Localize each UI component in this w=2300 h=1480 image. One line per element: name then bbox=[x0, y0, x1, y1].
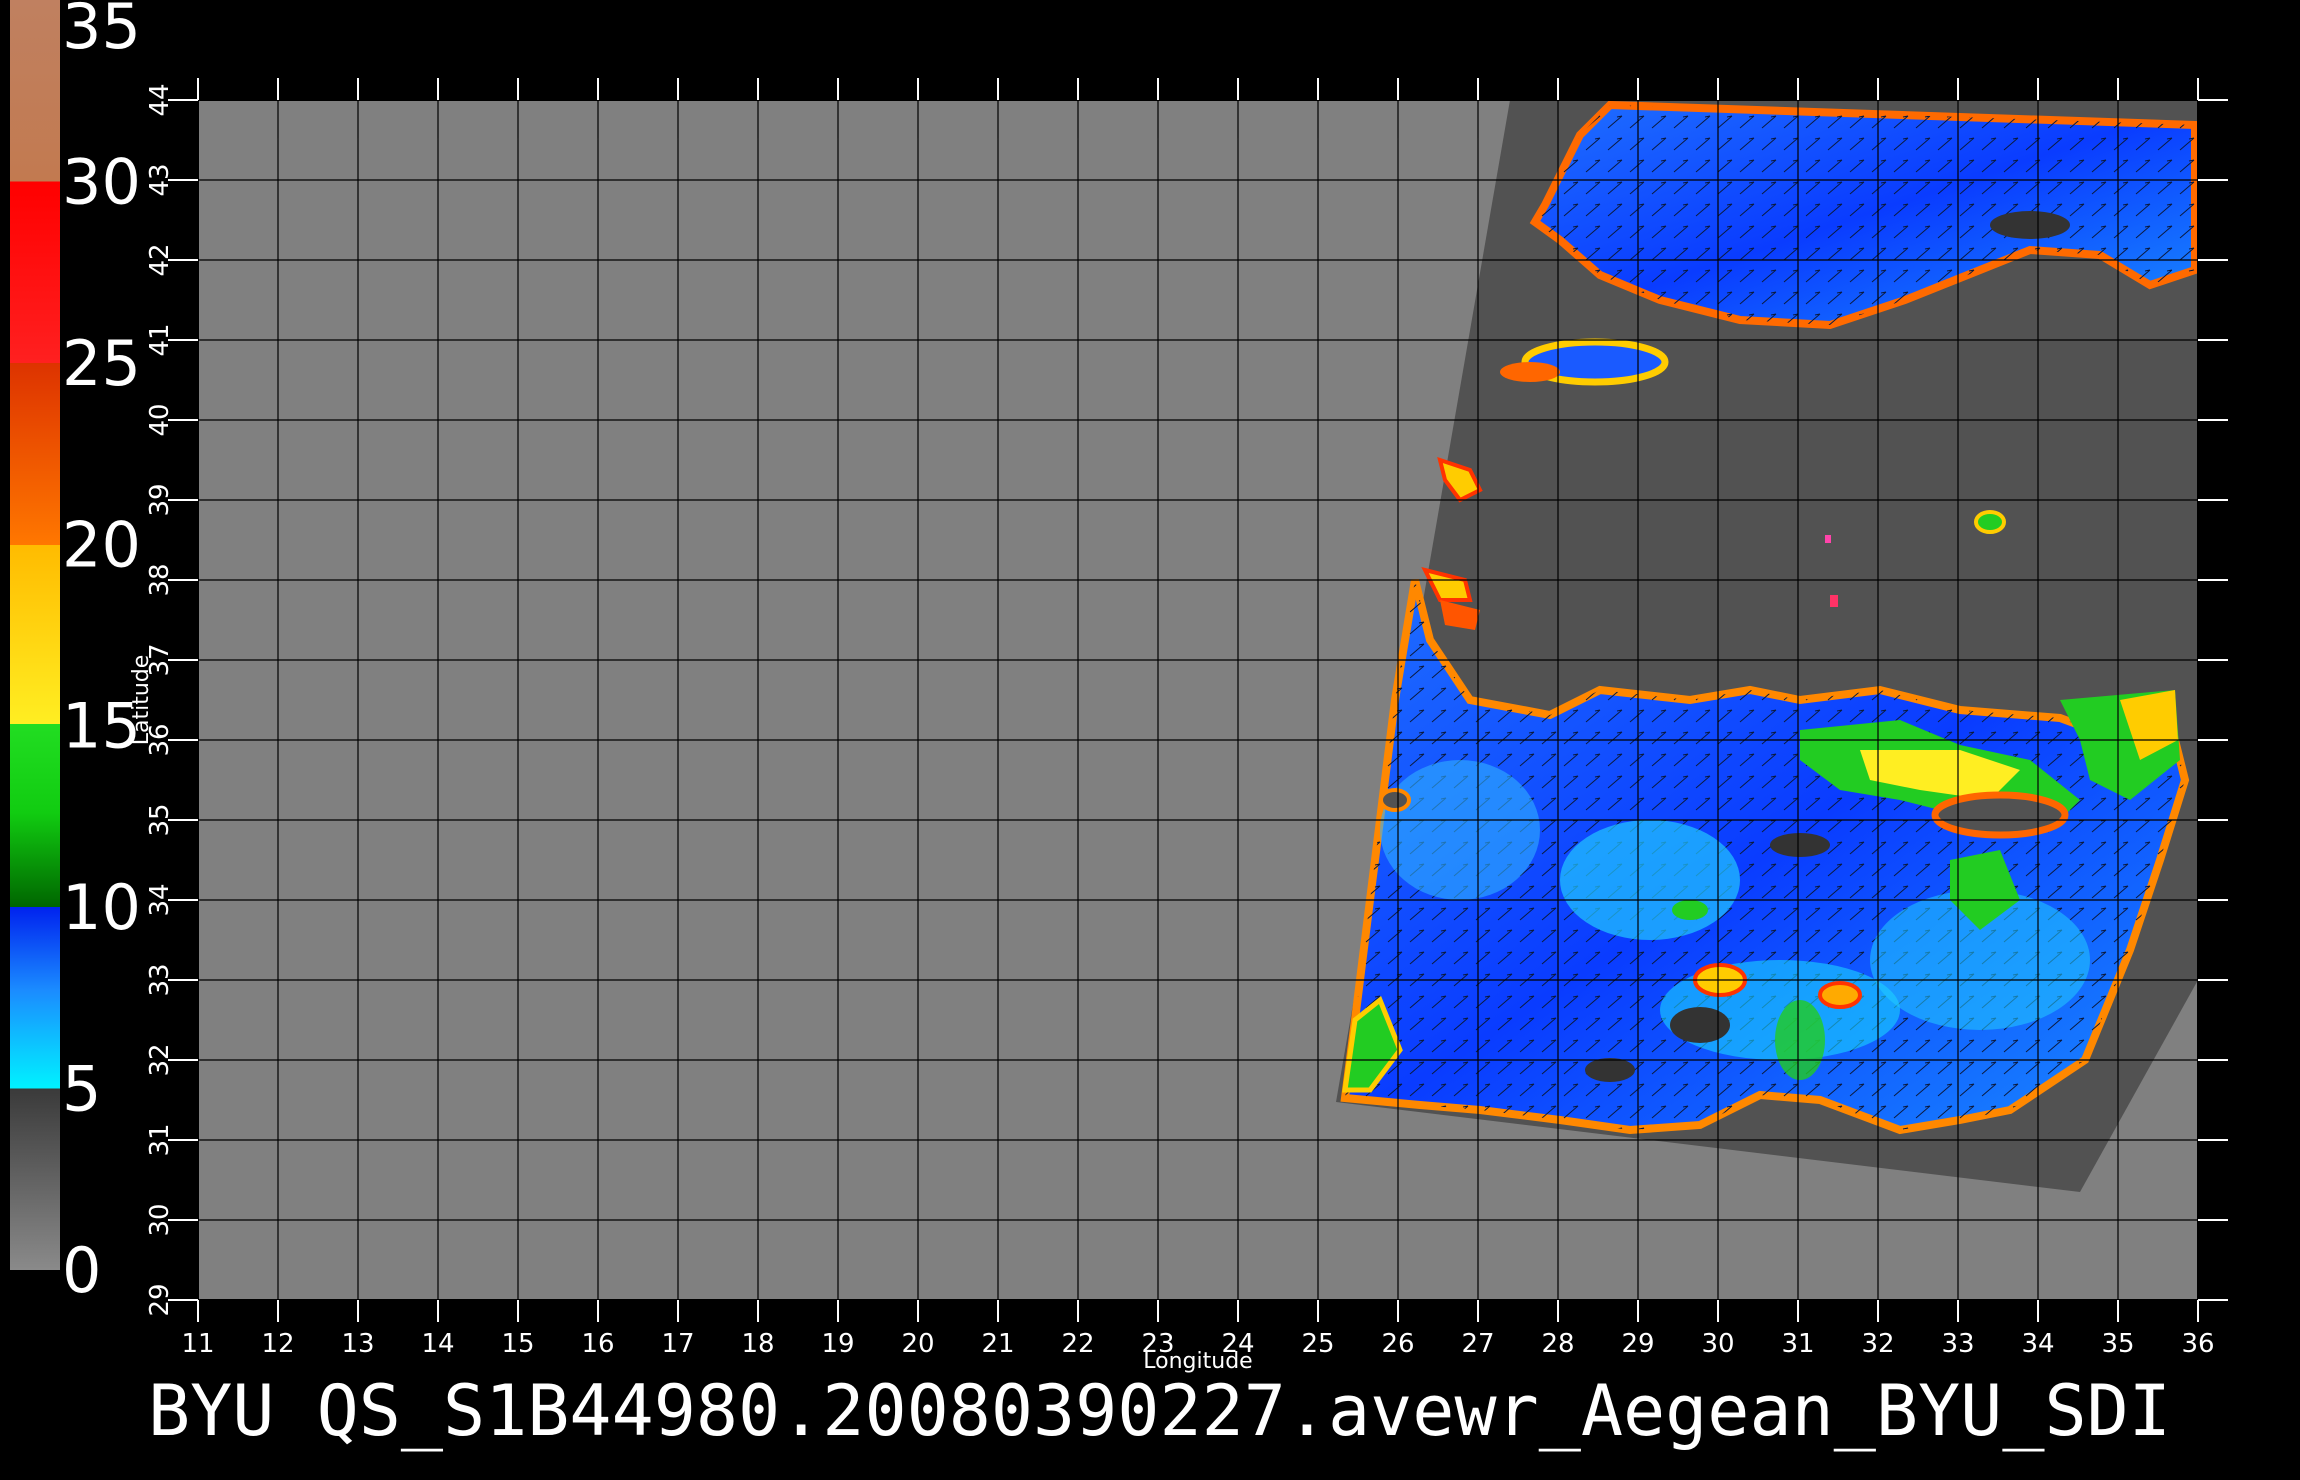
lon-tick-label: 20 bbox=[901, 1329, 934, 1359]
lat-tick-label: 29 bbox=[145, 1283, 175, 1316]
color-scale-label: 25 bbox=[62, 327, 141, 400]
color-scale-label: 5 bbox=[62, 1053, 101, 1126]
lon-tick-label: 34 bbox=[2021, 1329, 2054, 1359]
lat-tick-label: 31 bbox=[145, 1123, 175, 1156]
lon-tick-label: 19 bbox=[821, 1329, 854, 1359]
lon-tick-label: 36 bbox=[2181, 1329, 2214, 1359]
lon-tick-label: 14 bbox=[421, 1329, 454, 1359]
lat-tick-label: 30 bbox=[145, 1203, 175, 1236]
image-caption: BYU QS_S1B44980.20080390227.avewr_Aegean… bbox=[148, 1370, 2171, 1452]
lat-tick-label: 32 bbox=[145, 1043, 175, 1076]
lon-tick-label: 15 bbox=[501, 1329, 534, 1359]
color-scale-label: 0 bbox=[62, 1234, 101, 1307]
lon-tick-label: 33 bbox=[1941, 1329, 1974, 1359]
lat-tick-label: 35 bbox=[145, 803, 175, 836]
color-scale-label: 30 bbox=[62, 145, 141, 218]
wind-speed-map: 0 5 10 15 20 25 30 35 11 12 13 14 15 16 17 18 1… bbox=[10, 0, 2228, 1452]
lat-tick-label: 33 bbox=[145, 963, 175, 996]
lat-tick-label: 44 bbox=[145, 83, 175, 116]
lat-tick-label: 43 bbox=[145, 163, 175, 196]
lat-tick-label: 38 bbox=[145, 563, 175, 596]
y-axis-title: Latitude bbox=[129, 655, 154, 746]
lon-tick-label: 17 bbox=[661, 1329, 694, 1359]
lon-tick-label: 13 bbox=[341, 1329, 374, 1359]
color-scale-label: 20 bbox=[62, 508, 141, 581]
lon-tick-label: 12 bbox=[261, 1329, 294, 1359]
color-scale: 05101520253035 bbox=[10, 0, 141, 1307]
lat-tick-label: 39 bbox=[145, 483, 175, 516]
lon-tick-label: 28 bbox=[1541, 1329, 1574, 1359]
lat-tick-label: 41 bbox=[145, 323, 175, 356]
lon-tick-label: 30 bbox=[1701, 1329, 1734, 1359]
lon-tick-label: 18 bbox=[741, 1329, 774, 1359]
lon-tick-label: 22 bbox=[1061, 1329, 1094, 1359]
lon-tick-label: 35 bbox=[2101, 1329, 2134, 1359]
lon-tick-label: 31 bbox=[1781, 1329, 1814, 1359]
lon-tick-label: 32 bbox=[1861, 1329, 1894, 1359]
lon-tick-label: 11 bbox=[181, 1329, 214, 1359]
lat-tick-label: 34 bbox=[145, 883, 175, 916]
color-scale-bar bbox=[10, 0, 60, 1270]
lon-tick-label: 25 bbox=[1301, 1329, 1334, 1359]
lon-tick-label: 26 bbox=[1381, 1329, 1414, 1359]
lat-tick-label: 40 bbox=[145, 403, 175, 436]
lat-tick-label: 42 bbox=[145, 243, 175, 276]
lon-tick-label: 16 bbox=[581, 1329, 614, 1359]
lon-tick-label: 21 bbox=[981, 1329, 1014, 1359]
color-scale-label: 10 bbox=[62, 871, 141, 944]
lon-tick-label: 29 bbox=[1621, 1329, 1654, 1359]
color-scale-label: 35 bbox=[62, 0, 141, 63]
lon-tick-label: 27 bbox=[1461, 1329, 1494, 1359]
